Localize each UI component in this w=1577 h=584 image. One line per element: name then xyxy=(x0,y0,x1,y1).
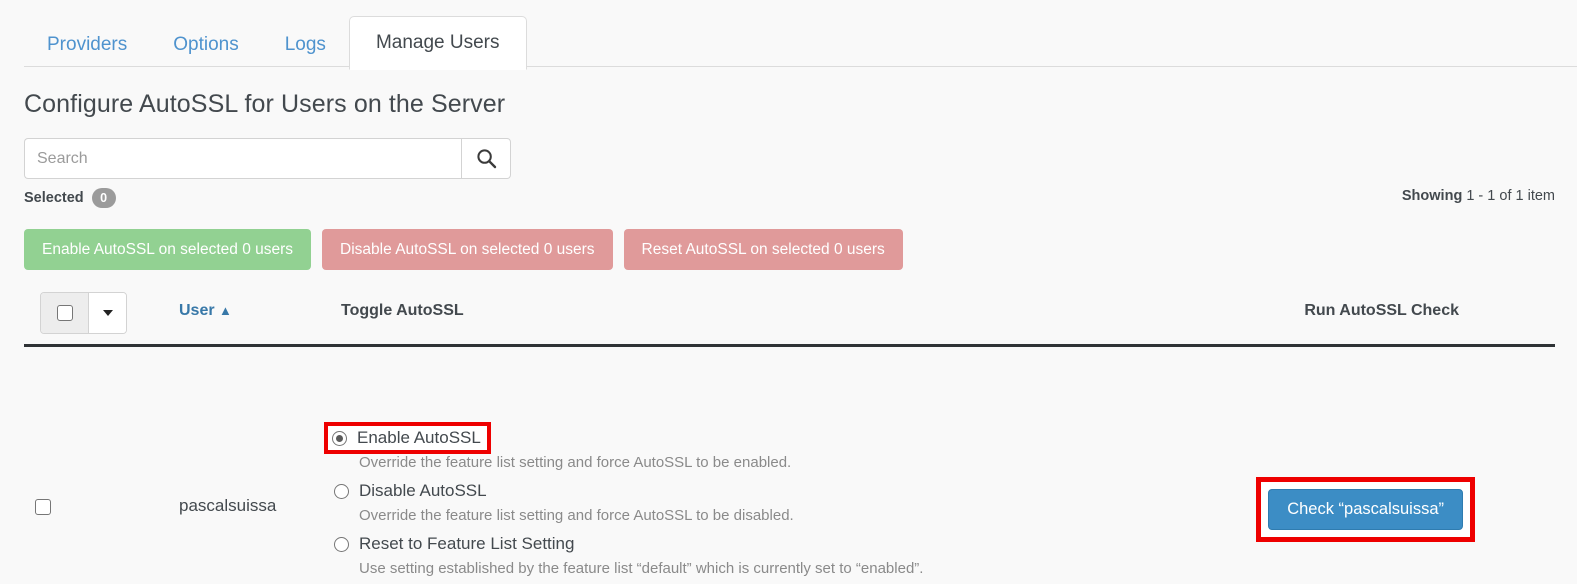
radio-icon-reset[interactable] xyxy=(334,536,349,552)
tab-logs[interactable]: Logs xyxy=(262,21,349,70)
radio-description-reset: Use setting established by the feature l… xyxy=(359,560,924,577)
selected-count-badge: 0 xyxy=(91,188,116,208)
tab-bar: Providers Options Logs Manage Users xyxy=(0,0,1577,70)
column-header-user[interactable]: User ▲ xyxy=(179,302,232,320)
radio-label-reset: Reset to Feature List Setting xyxy=(359,534,575,553)
showing-value: 1 - 1 of 1 item xyxy=(1466,188,1555,204)
search-input[interactable] xyxy=(24,138,461,179)
chevron-down-icon xyxy=(102,310,113,316)
select-all-dropdown-button[interactable] xyxy=(89,293,126,333)
select-all-group xyxy=(40,292,127,334)
search-icon xyxy=(476,148,497,169)
page-root: Providers Options Logs Manage Users Conf… xyxy=(0,0,1577,577)
tab-manage-users[interactable]: Manage Users xyxy=(348,16,527,70)
radio-label-disable: Disable AutoSSL xyxy=(359,481,487,500)
search-button[interactable] xyxy=(461,138,511,179)
showing-label: Showing xyxy=(1401,188,1463,204)
disable-autossl-bulk-button[interactable]: Disable AutoSSL on selected 0 users xyxy=(322,229,613,270)
row-select-checkbox[interactable] xyxy=(35,499,51,520)
radio-description-enable: Override the feature list setting and fo… xyxy=(359,454,792,471)
run-autossl-check-button[interactable]: Check “pascalsuissa” xyxy=(1268,489,1463,530)
radio-option-reset-to-feature-list[interactable]: Reset to Feature List Setting xyxy=(334,531,1074,557)
row-username: pascalsuissa xyxy=(179,496,277,515)
toggle-autossl-radio-group: Enable AutoSSL Override the feature list… xyxy=(324,422,1074,584)
tab-list: Providers Options Logs Manage Users xyxy=(24,16,527,70)
tab-providers[interactable]: Providers xyxy=(24,21,150,70)
showing-range: Showing 1 - 1 of 1 item xyxy=(1402,188,1555,204)
search-bar xyxy=(24,138,511,179)
column-header-toggle-autossl: Toggle AutoSSL xyxy=(341,302,464,319)
select-all-checkbox[interactable] xyxy=(41,293,89,333)
column-header-user-label: User xyxy=(179,302,215,319)
enable-autossl-bulk-button[interactable]: Enable AutoSSL on selected 0 users xyxy=(24,229,312,270)
radio-option-disable-autossl[interactable]: Disable AutoSSL xyxy=(334,478,1074,504)
annotation-highlight-check-button: Check “pascalsuissa” xyxy=(1256,477,1475,542)
reset-autossl-bulk-button[interactable]: Reset AutoSSL on selected 0 users xyxy=(623,229,903,270)
table-header-row: User ▲ Toggle AutoSSL Run AutoSSL Check xyxy=(24,288,1555,347)
selected-counter: Selected 0 xyxy=(24,188,116,208)
table-row: pascalsuissa Enable AutoSSL Override the… xyxy=(24,347,1555,577)
checkbox-icon xyxy=(56,305,73,321)
radio-label-enable: Enable AutoSSL xyxy=(357,428,481,447)
radio-icon-disable[interactable] xyxy=(334,483,349,499)
column-header-run-autossl-check: Run AutoSSL Check xyxy=(1304,302,1459,319)
radio-icon-enable[interactable] xyxy=(332,430,347,446)
annotation-highlight-enable-autossl: Enable AutoSSL xyxy=(324,422,491,454)
tab-options[interactable]: Options xyxy=(150,21,261,70)
users-table: User ▲ Toggle AutoSSL Run AutoSSL Check … xyxy=(24,288,1555,577)
checkbox-icon xyxy=(35,499,51,515)
page-title: Configure AutoSSL for Users on the Serve… xyxy=(24,90,506,118)
sort-ascending-icon: ▲ xyxy=(219,303,232,318)
selected-label: Selected xyxy=(24,190,84,206)
bulk-action-bar: Enable AutoSSL on selected 0 users Disab… xyxy=(24,229,903,270)
radio-description-disable: Override the feature list setting and fo… xyxy=(359,507,794,524)
radio-option-enable-autossl[interactable]: Enable AutoSSL xyxy=(324,422,1074,454)
